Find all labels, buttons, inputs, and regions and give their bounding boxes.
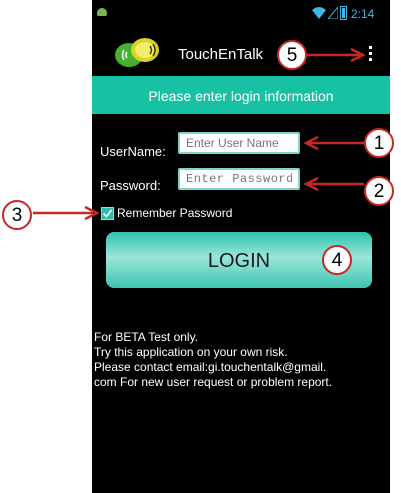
remember-password-label: Remember Password: [117, 206, 233, 220]
callout-2: 2: [364, 176, 394, 206]
arrow-icon: [306, 48, 366, 62]
battery-icon: [340, 6, 347, 20]
overflow-menu-icon[interactable]: [368, 46, 373, 64]
checkmark-icon: [102, 209, 113, 218]
callout-5: 5: [277, 40, 307, 70]
username-input[interactable]: [178, 132, 300, 154]
status-bar: 2:14: [92, 0, 390, 28]
remember-password-checkbox[interactable]: [101, 207, 114, 220]
password-input[interactable]: [178, 168, 300, 190]
arrow-icon: [304, 177, 364, 191]
callout-3: 3: [2, 200, 32, 230]
arrow-icon: [304, 136, 364, 150]
app-logo-icon: [115, 38, 159, 67]
android-notification-icon: [97, 8, 107, 16]
callout-4: 4: [322, 245, 352, 275]
notice-line: com For new user request or problem repo…: [94, 375, 333, 389]
signal-icon: [328, 7, 338, 19]
phone-screen: 2:14 TouchEnTalk Please enter login info…: [92, 0, 390, 493]
status-time: 2:14: [351, 7, 375, 21]
notice-line: Try this application on your own risk.: [94, 345, 288, 359]
username-label: UserName:: [100, 144, 166, 159]
notice-line: For BETA Test only.: [94, 330, 199, 344]
password-label: Password:: [100, 178, 161, 193]
app-title: TouchEnTalk: [178, 46, 264, 63]
beta-notice: For BETA Test only. Try this application…: [94, 330, 384, 390]
wifi-icon: [312, 7, 326, 19]
arrow-icon: [33, 206, 99, 220]
login-info-banner: Please enter login information: [92, 76, 390, 114]
callout-1: 1: [364, 128, 394, 158]
notice-line: Please contact email:gi.touchentalk@gmai…: [94, 360, 327, 374]
